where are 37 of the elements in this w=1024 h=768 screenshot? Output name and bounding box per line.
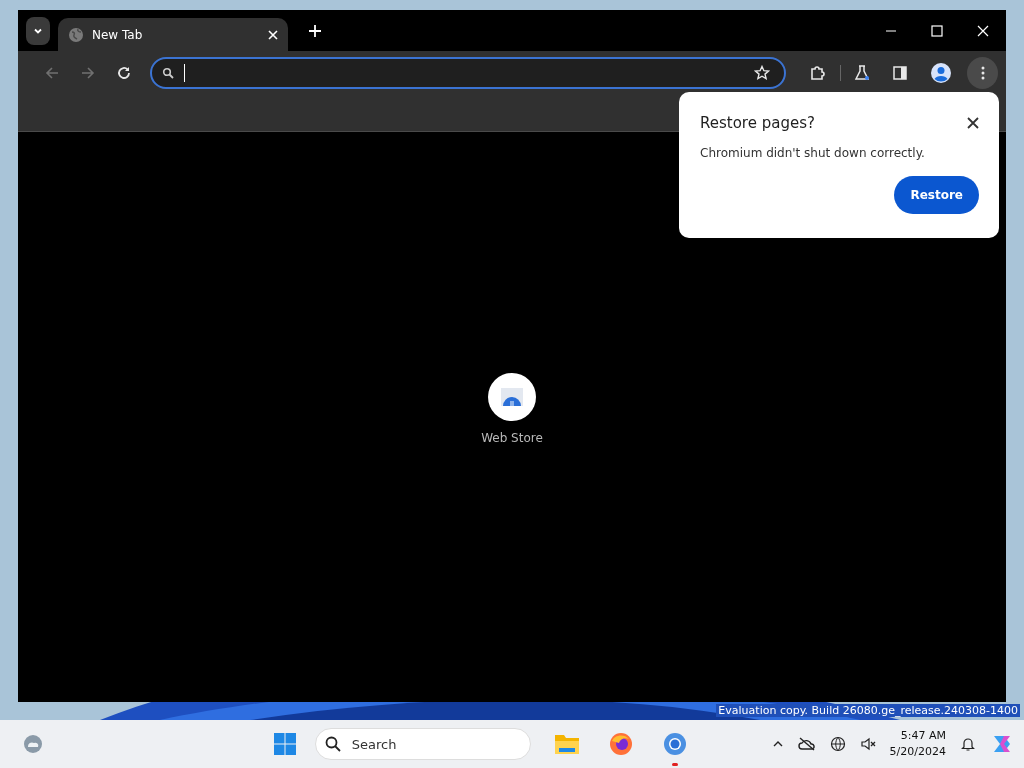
menu-button[interactable] bbox=[967, 57, 998, 89]
maximize-icon[interactable] bbox=[931, 24, 943, 37]
start-icon[interactable] bbox=[272, 732, 297, 756]
search-icon bbox=[162, 67, 174, 79]
browser-tab[interactable]: New Tab bbox=[58, 18, 288, 51]
web-store-icon bbox=[500, 387, 524, 407]
dialog-title: Restore pages? bbox=[700, 114, 815, 132]
flask-icon[interactable] bbox=[854, 65, 871, 81]
address-bar[interactable] bbox=[150, 57, 787, 89]
close-icon[interactable] bbox=[967, 117, 979, 129]
clock-time[interactable]: 5:47 AM bbox=[900, 728, 946, 744]
profile-avatar-icon[interactable] bbox=[930, 62, 953, 84]
cloud-off-icon[interactable] bbox=[797, 736, 816, 752]
chromium-icon[interactable] bbox=[662, 732, 687, 756]
reload-icon[interactable] bbox=[117, 66, 131, 80]
puzzle-icon[interactable] bbox=[809, 64, 828, 82]
speaker-muted-icon[interactable] bbox=[859, 736, 876, 752]
taskbar-search-field[interactable]: Search bbox=[314, 728, 531, 760]
tab-title: New Tab bbox=[92, 27, 144, 42]
side-panel-icon[interactable] bbox=[892, 65, 909, 81]
restore-button[interactable]: Restore bbox=[894, 176, 979, 214]
globe-icon[interactable] bbox=[829, 736, 846, 752]
bell-icon[interactable] bbox=[960, 736, 976, 752]
globe-icon bbox=[68, 26, 84, 43]
star-icon[interactable] bbox=[754, 65, 771, 81]
evaluation-notice: Evaluation copy. Build 26080.ge_release.240308-1400 bbox=[716, 704, 1020, 717]
clock-date[interactable]: 5/20/2024 bbox=[889, 744, 946, 760]
dialog-message: Chromium didn't shut down correctly. bbox=[700, 146, 926, 160]
search-icon bbox=[324, 736, 341, 752]
shortcut-tile[interactable] bbox=[488, 373, 536, 421]
weather-icon[interactable] bbox=[22, 733, 44, 755]
shortcut-label: Web Store bbox=[481, 431, 543, 445]
folder-icon[interactable] bbox=[553, 732, 580, 756]
tab-search-button[interactable] bbox=[26, 16, 50, 45]
new-tab-icon[interactable] bbox=[308, 23, 322, 38]
kebab-menu-icon bbox=[980, 66, 985, 80]
firefox-icon[interactable] bbox=[608, 732, 633, 756]
